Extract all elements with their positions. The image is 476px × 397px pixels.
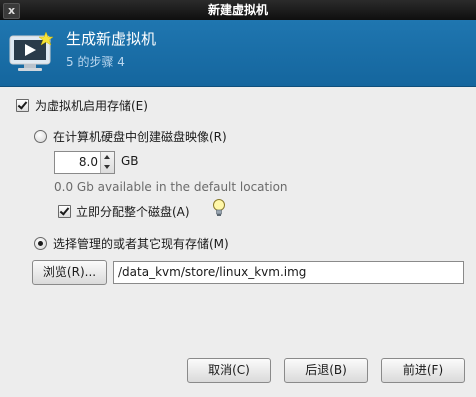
- banner-title: 生成新虚拟机: [66, 30, 157, 48]
- disk-size-spinner[interactable]: 8.0: [54, 151, 115, 174]
- storage-path-value[interactable]: /data_kvm/store/linux_kvm.img: [118, 265, 306, 279]
- available-space-text: 0.0 Gb available in the default location: [54, 180, 288, 194]
- spin-down-icon[interactable]: [104, 165, 110, 169]
- title-bar: x 新建虚拟机: [0, 0, 476, 20]
- spin-up-icon[interactable]: [104, 155, 110, 159]
- existing-storage-label[interactable]: 选择管理的或者其它现有存储(M): [53, 235, 229, 252]
- spinner-arrows[interactable]: [100, 152, 114, 173]
- existing-storage-radio[interactable]: [34, 237, 47, 250]
- cancel-button[interactable]: 取消(C): [187, 358, 271, 383]
- enable-storage-label[interactable]: 为虚拟机启用存储(E): [35, 97, 148, 114]
- back-button[interactable]: 后退(B): [284, 358, 368, 383]
- forward-button[interactable]: 前进(F): [381, 358, 465, 383]
- allocate-disk-label[interactable]: 立即分配整个磁盘(A): [76, 203, 190, 220]
- lightbulb-hint-icon: [213, 199, 225, 216]
- create-disk-image-radio[interactable]: [34, 130, 47, 143]
- new-vm-dialog: x 新建虚拟机 生成新虚拟机 5 的步骤 4 为虚拟机启用存储(E) 在计算机硬…: [0, 0, 476, 397]
- disk-size-value[interactable]: 8.0: [79, 155, 98, 169]
- step-indicator: 5 的步骤 4: [66, 55, 125, 69]
- close-icon[interactable]: x: [3, 3, 20, 19]
- create-disk-image-label[interactable]: 在计算机硬盘中创建磁盘映像(R): [53, 128, 227, 145]
- storage-path-input[interactable]: /data_kvm/store/linux_kvm.img: [113, 261, 464, 284]
- browse-button[interactable]: 浏览(R)...: [32, 260, 107, 285]
- wizard-banner: 生成新虚拟机 5 的步骤 4: [0, 20, 476, 87]
- enable-storage-checkbox[interactable]: [16, 99, 29, 112]
- window-title: 新建虚拟机: [207, 3, 268, 17]
- vm-monitor-star-icon: [9, 31, 54, 71]
- allocate-disk-checkbox[interactable]: [58, 205, 71, 218]
- disk-size-unit: GB: [121, 154, 139, 168]
